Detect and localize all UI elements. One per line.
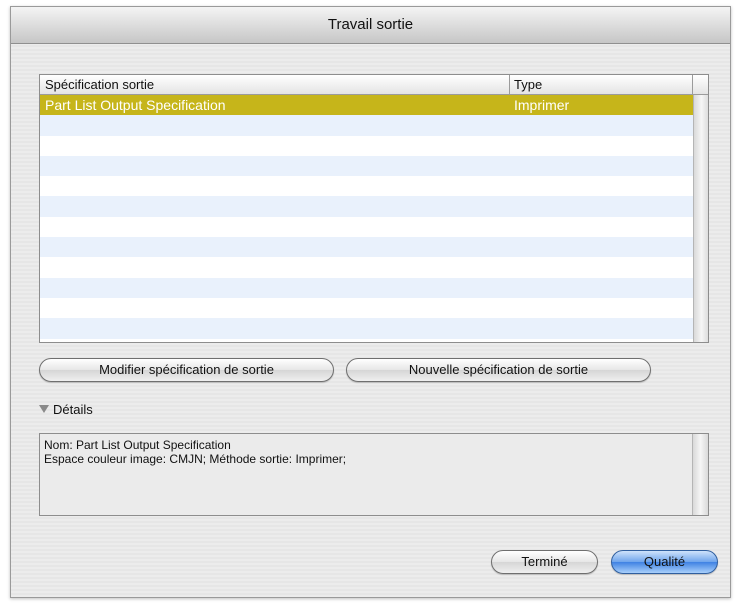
table-row[interactable] [40,196,693,217]
table-row[interactable] [40,176,693,197]
table-row[interactable] [40,237,693,258]
table-row[interactable] [40,115,693,136]
table-row[interactable] [40,318,693,339]
output-spec-table: Spécification sortie Type Part List Outp… [39,74,709,343]
table-row[interactable] [40,155,693,177]
details-scrollbar[interactable] [692,434,708,515]
table-row[interactable] [40,135,693,156]
window-title: Travail sortie [327,16,414,33]
table-header: Spécification sortie Type [40,75,708,95]
spec-cell: Part List Output Specification [45,97,226,113]
table-row[interactable] [40,277,693,298]
column-divider [509,75,510,94]
table-body: Part List Output Specification Imprimer [40,95,693,342]
table-row[interactable] [40,216,693,238]
details-disclosure[interactable]: Détails [39,402,93,417]
dialog-content: Spécification sortie Type Part List Outp… [11,44,730,597]
table-scrollbar[interactable] [693,95,708,342]
table-row[interactable] [40,297,693,319]
table-row[interactable]: Part List Output Specification Imprimer [40,95,693,116]
column-divider [692,75,693,94]
details-panel: Nom: Part List Output Specification Espa… [39,433,709,516]
details-text: Nom: Part List Output Specification Espa… [44,438,346,466]
dialog-window: Travail sortie Spécification sortie Type… [10,6,731,598]
table-row[interactable] [40,257,693,278]
title-bar[interactable]: Travail sortie [11,7,730,44]
column-header-spec[interactable]: Spécification sortie [45,77,154,92]
details-line-name: Nom: Part List Output Specification [44,438,231,452]
details-line-info: Espace couleur image: CMJN; Méthode sort… [44,452,347,466]
quality-button[interactable]: Qualité [611,550,718,574]
modify-spec-button[interactable]: Modifier spécification de sortie [39,358,334,382]
details-label: Détails [53,402,93,417]
column-header-type[interactable]: Type [514,77,542,92]
type-cell: Imprimer [514,97,570,113]
disclosure-triangle-icon[interactable] [39,405,49,413]
done-button[interactable]: Terminé [491,550,598,574]
new-spec-button[interactable]: Nouvelle spécification de sortie [346,358,651,382]
